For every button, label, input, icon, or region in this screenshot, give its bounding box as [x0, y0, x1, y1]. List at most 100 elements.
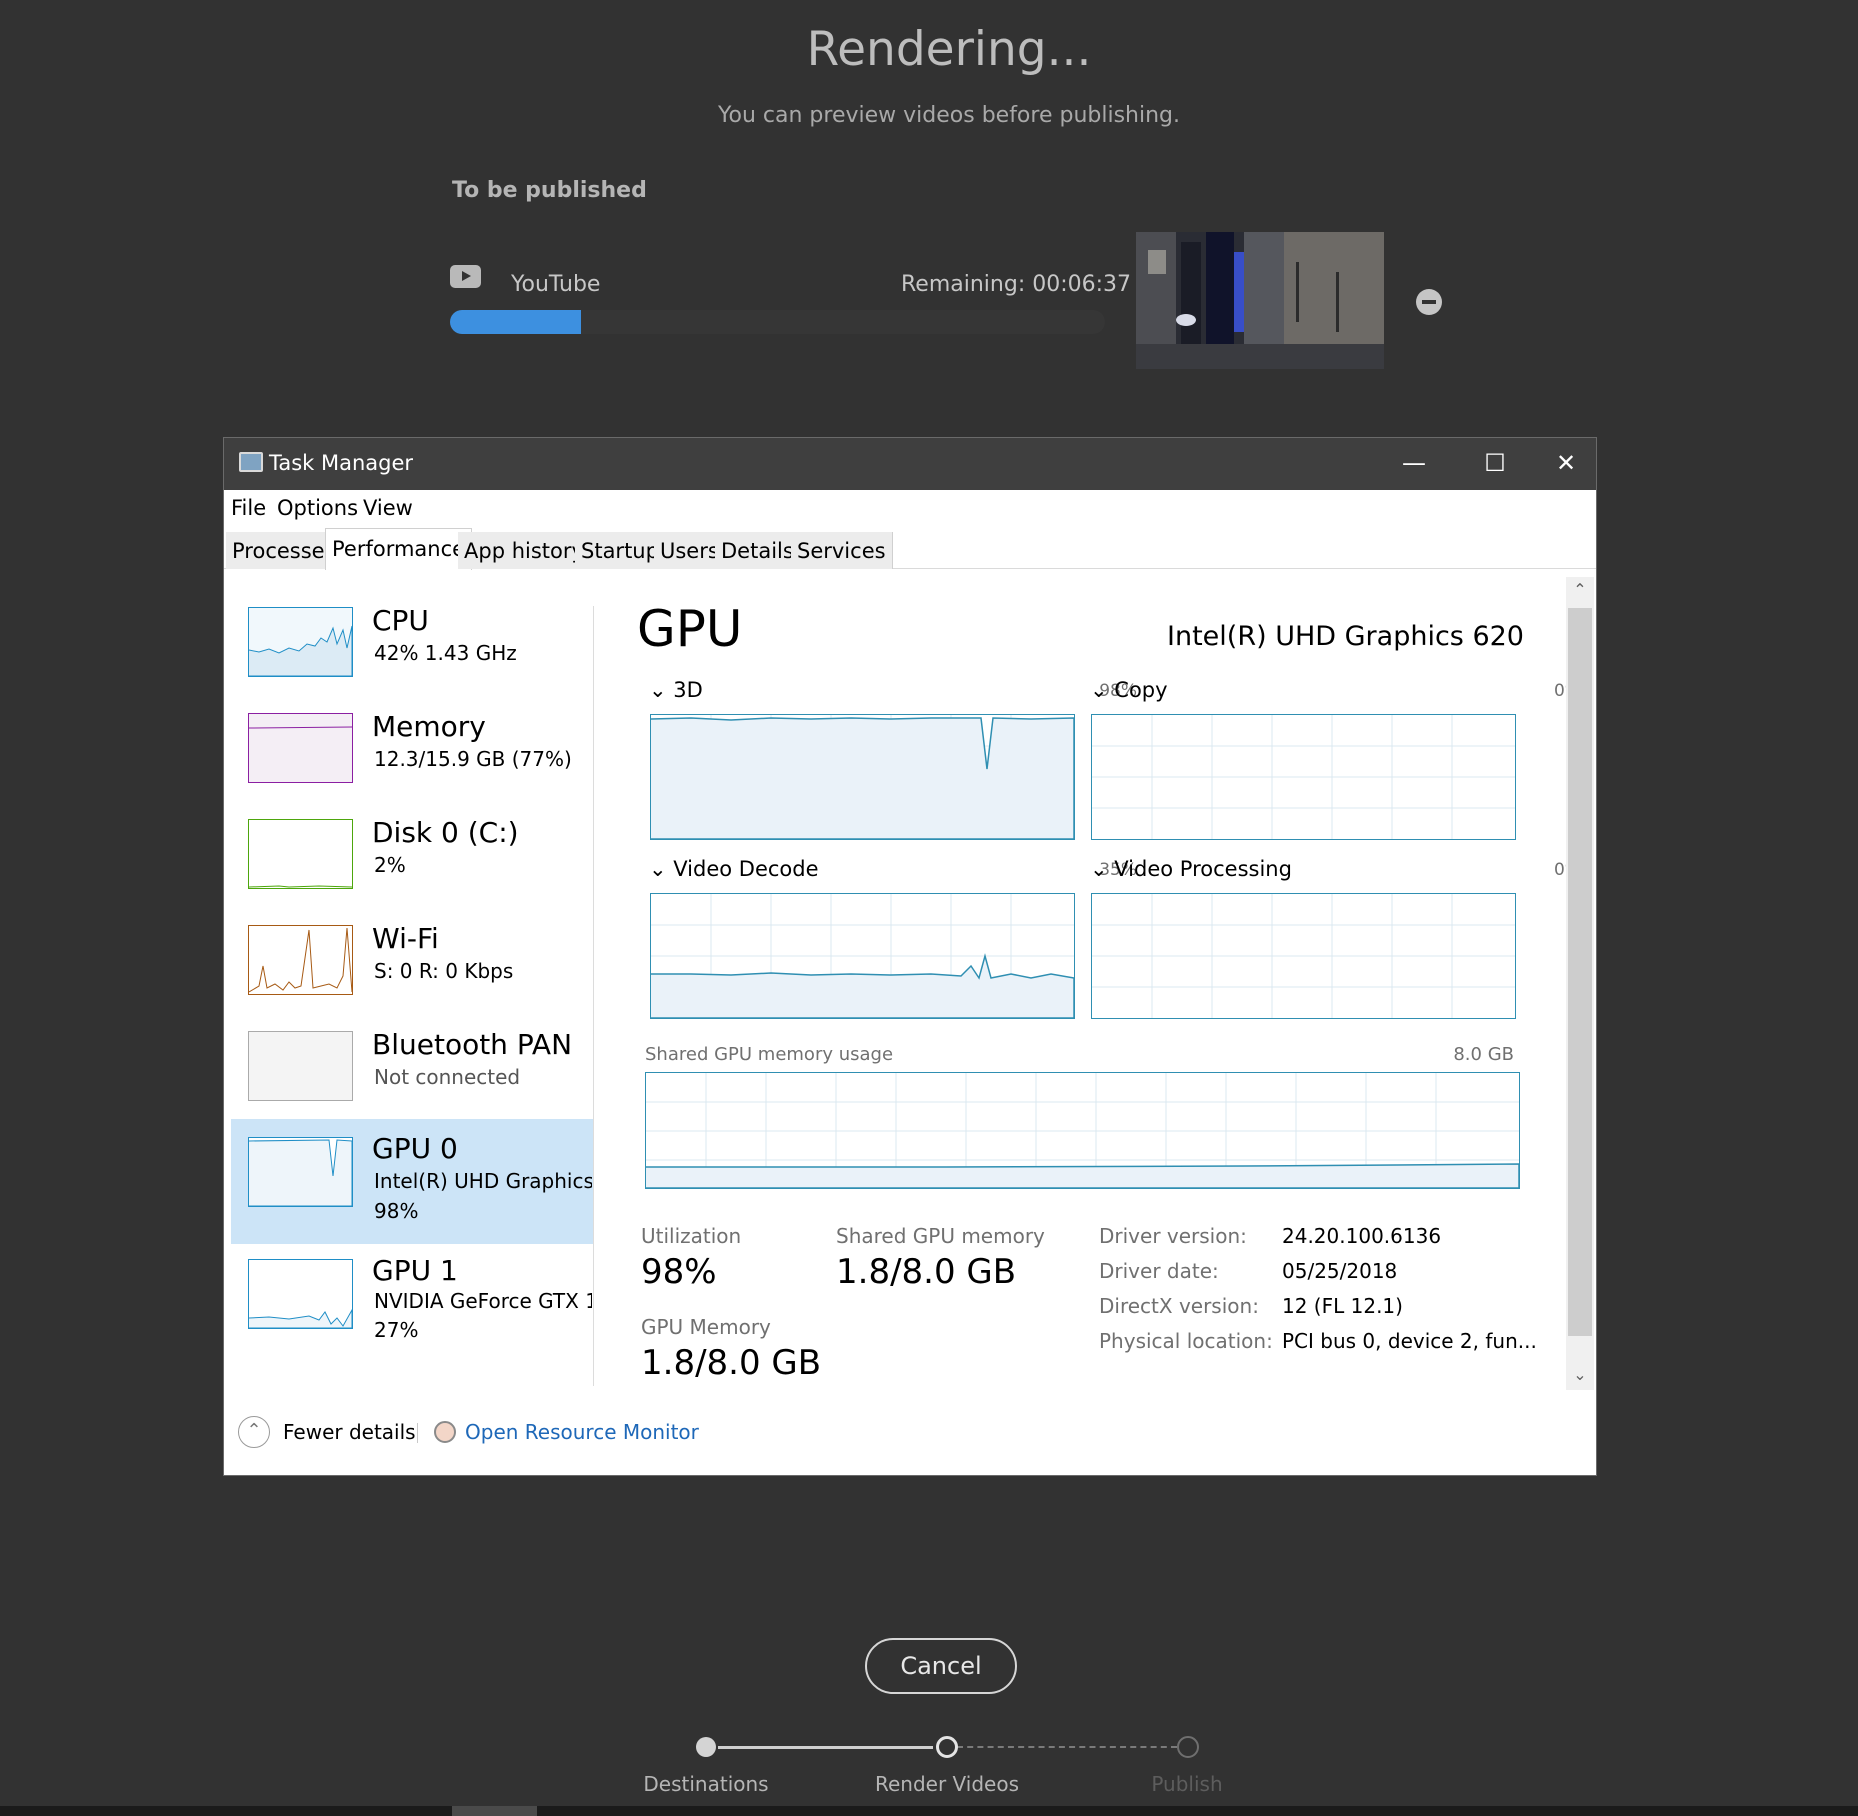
- sidebar-item-value: 12.3/15.9 GB (77%): [374, 747, 572, 771]
- page-title: Rendering...: [806, 22, 1092, 77]
- gpu1-mini-line: [248, 1308, 353, 1329]
- thumbnail-image: [1136, 232, 1384, 369]
- scroll-up-arrow[interactable]: ⌃: [1566, 580, 1594, 599]
- close-button[interactable]: ✕: [1536, 438, 1596, 490]
- sidebar-item-value: S: 0 R: 0 Kbps: [374, 959, 514, 983]
- utilization-value: 98%: [641, 1252, 717, 1292]
- sidebar-item-percent: 27%: [374, 1318, 419, 1342]
- fewer-details-button[interactable]: Fewer details: [283, 1420, 416, 1444]
- stepper-line-pending: [957, 1746, 1177, 1748]
- sidebar-item-memory[interactable]: Memory 12.3/15.9 GB (77%): [231, 702, 593, 808]
- open-resource-monitor-link[interactable]: Open Resource Monitor: [465, 1420, 699, 1444]
- cpu-mini-line: [248, 625, 353, 677]
- driver-version-label: Driver version:: [1099, 1224, 1247, 1248]
- tab-details[interactable]: Details: [715, 532, 801, 569]
- tab-services[interactable]: Services: [791, 532, 893, 569]
- sidebar-divider: [593, 606, 594, 1386]
- sidebar-item-label: Wi-Fi: [372, 922, 439, 955]
- engine-video-processing-dropdown[interactable]: ⌄ Video Processing: [1090, 857, 1292, 881]
- directx-version-label: DirectX version:: [1099, 1294, 1259, 1318]
- task-manager-icon: [239, 452, 263, 472]
- page-subtitle: You can preview videos before publishing…: [718, 103, 1180, 128]
- driver-version-value: 24.20.100.6136: [1282, 1224, 1442, 1248]
- chevron-up-icon[interactable]: ⌃: [238, 1416, 270, 1448]
- engine-label: Copy: [1114, 678, 1168, 702]
- engine-3d-chart: [650, 715, 1075, 840]
- youtube-icon: [450, 265, 481, 288]
- engine-video-decode-dropdown[interactable]: ⌄ Video Decode: [649, 857, 819, 881]
- engine-3d-dropdown[interactable]: ⌄ 3D: [649, 678, 703, 702]
- step-destinations-dot: [696, 1737, 716, 1757]
- disk-mini-graph: [248, 819, 353, 889]
- render-progress-fill: [450, 310, 581, 334]
- engine-label: Video Decode: [673, 857, 819, 881]
- sidebar-item-cpu[interactable]: CPU 42% 1.43 GHz: [231, 596, 593, 702]
- memory-mini-graph: [248, 713, 353, 783]
- scrollbar-thumb[interactable]: [1568, 608, 1592, 1336]
- maximize-button[interactable]: ☐: [1455, 438, 1535, 490]
- gpu-memory-value: 1.8/8.0 GB: [641, 1343, 822, 1383]
- remaining-time: Remaining: 00:06:37: [901, 272, 1132, 297]
- tab-app-history[interactable]: App history: [458, 532, 591, 569]
- scroll-down-arrow[interactable]: ⌄: [1566, 1365, 1594, 1384]
- menu-file[interactable]: File: [231, 496, 266, 520]
- menu-bar: File Options View: [224, 490, 1596, 528]
- gpu-model-name: Intel(R) UHD Graphics 620: [1167, 621, 1524, 652]
- sidebar-item-label: GPU 1: [372, 1254, 458, 1287]
- step-publish-dot: [1177, 1736, 1199, 1758]
- physical-location-label: Physical location:: [1099, 1329, 1273, 1353]
- gpu0-mini-graph: [248, 1137, 353, 1207]
- wifi-mini-line: [248, 927, 353, 993]
- engine-copy-graph: [1091, 714, 1516, 840]
- gpu1-mini-graph: [248, 1259, 353, 1329]
- bottom-strip: [0, 1806, 1858, 1816]
- engine-label: 3D: [673, 678, 703, 702]
- shared-memory-chart: [646, 1073, 1520, 1189]
- engine-label: Video Processing: [1114, 857, 1292, 881]
- sidebar-item-percent: 98%: [374, 1199, 419, 1223]
- sidebar-item-value: Intel(R) UHD Graphics 620: [374, 1169, 592, 1193]
- title-bar[interactable]: Task Manager — ☐ ✕: [224, 438, 1596, 490]
- sidebar-item-gpu1[interactable]: GPU 1 NVIDIA GeForce GTX 1050 27%: [231, 1244, 593, 1369]
- engine-copy-chart: [1092, 715, 1515, 839]
- sidebar-item-label: Memory: [372, 710, 486, 743]
- menu-view[interactable]: View: [363, 496, 413, 520]
- sidebar-item-value: 2%: [374, 853, 406, 877]
- video-thumbnail[interactable]: [1136, 232, 1384, 369]
- tab-performance[interactable]: Performance: [325, 528, 473, 570]
- shared-memory-graph: [645, 1072, 1520, 1189]
- gpu-memory-label: GPU Memory: [641, 1315, 771, 1339]
- tab-startup[interactable]: Startup: [575, 532, 666, 569]
- physical-location-value: PCI bus 0, device 2, fun...: [1282, 1329, 1537, 1353]
- engine-copy-dropdown[interactable]: ⌄ Copy: [1090, 678, 1168, 702]
- task-manager-window: Task Manager — ☐ ✕ File Options View Pro…: [223, 437, 1597, 1476]
- sidebar-item-gpu0[interactable]: GPU 0 Intel(R) UHD Graphics 620 98%: [231, 1119, 593, 1244]
- driver-date-value: 05/25/2018: [1282, 1259, 1398, 1283]
- render-progress-bar: [450, 310, 1105, 334]
- engine-3d-graph: [650, 714, 1075, 840]
- sidebar-item-value: NVIDIA GeForce GTX 1050: [374, 1289, 592, 1313]
- menu-options[interactable]: Options: [277, 496, 358, 520]
- gpu0-mini-line: [248, 1139, 353, 1207]
- step-render-videos-label: Render Videos: [874, 1772, 1019, 1796]
- sidebar-item-wifi[interactable]: Wi-Fi S: 0 R: 0 Kbps: [231, 914, 593, 1020]
- sidebar-item-label: Bluetooth PAN: [372, 1028, 573, 1061]
- sidebar-item-disk[interactable]: Disk 0 (C:) 2%: [231, 808, 593, 914]
- stepper-line-complete: [718, 1746, 933, 1749]
- sidebar-item-bluetooth[interactable]: Bluetooth PAN Not connected: [231, 1020, 593, 1126]
- cancel-button[interactable]: Cancel: [865, 1638, 1017, 1694]
- sidebar-item-value: 42% 1.43 GHz: [374, 641, 517, 665]
- engine-video-processing-graph: [1091, 893, 1516, 1019]
- bottom-strip-highlight: [452, 1806, 537, 1816]
- step-destinations-label: Destinations: [643, 1772, 769, 1796]
- sidebar-item-value: Not connected: [374, 1065, 521, 1089]
- sidebar-item-label: CPU: [372, 604, 429, 637]
- sidebar-item-label: GPU 0: [372, 1132, 458, 1165]
- engine-video-processing-chart: [1092, 894, 1515, 1018]
- step-render-videos-dot: [936, 1736, 958, 1758]
- remove-destination-button[interactable]: [1416, 289, 1442, 315]
- minimize-button[interactable]: —: [1374, 438, 1454, 490]
- driver-date-label: Driver date:: [1099, 1259, 1219, 1283]
- engine-video-decode-chart: [651, 894, 1075, 1019]
- window-title: Task Manager: [269, 451, 414, 475]
